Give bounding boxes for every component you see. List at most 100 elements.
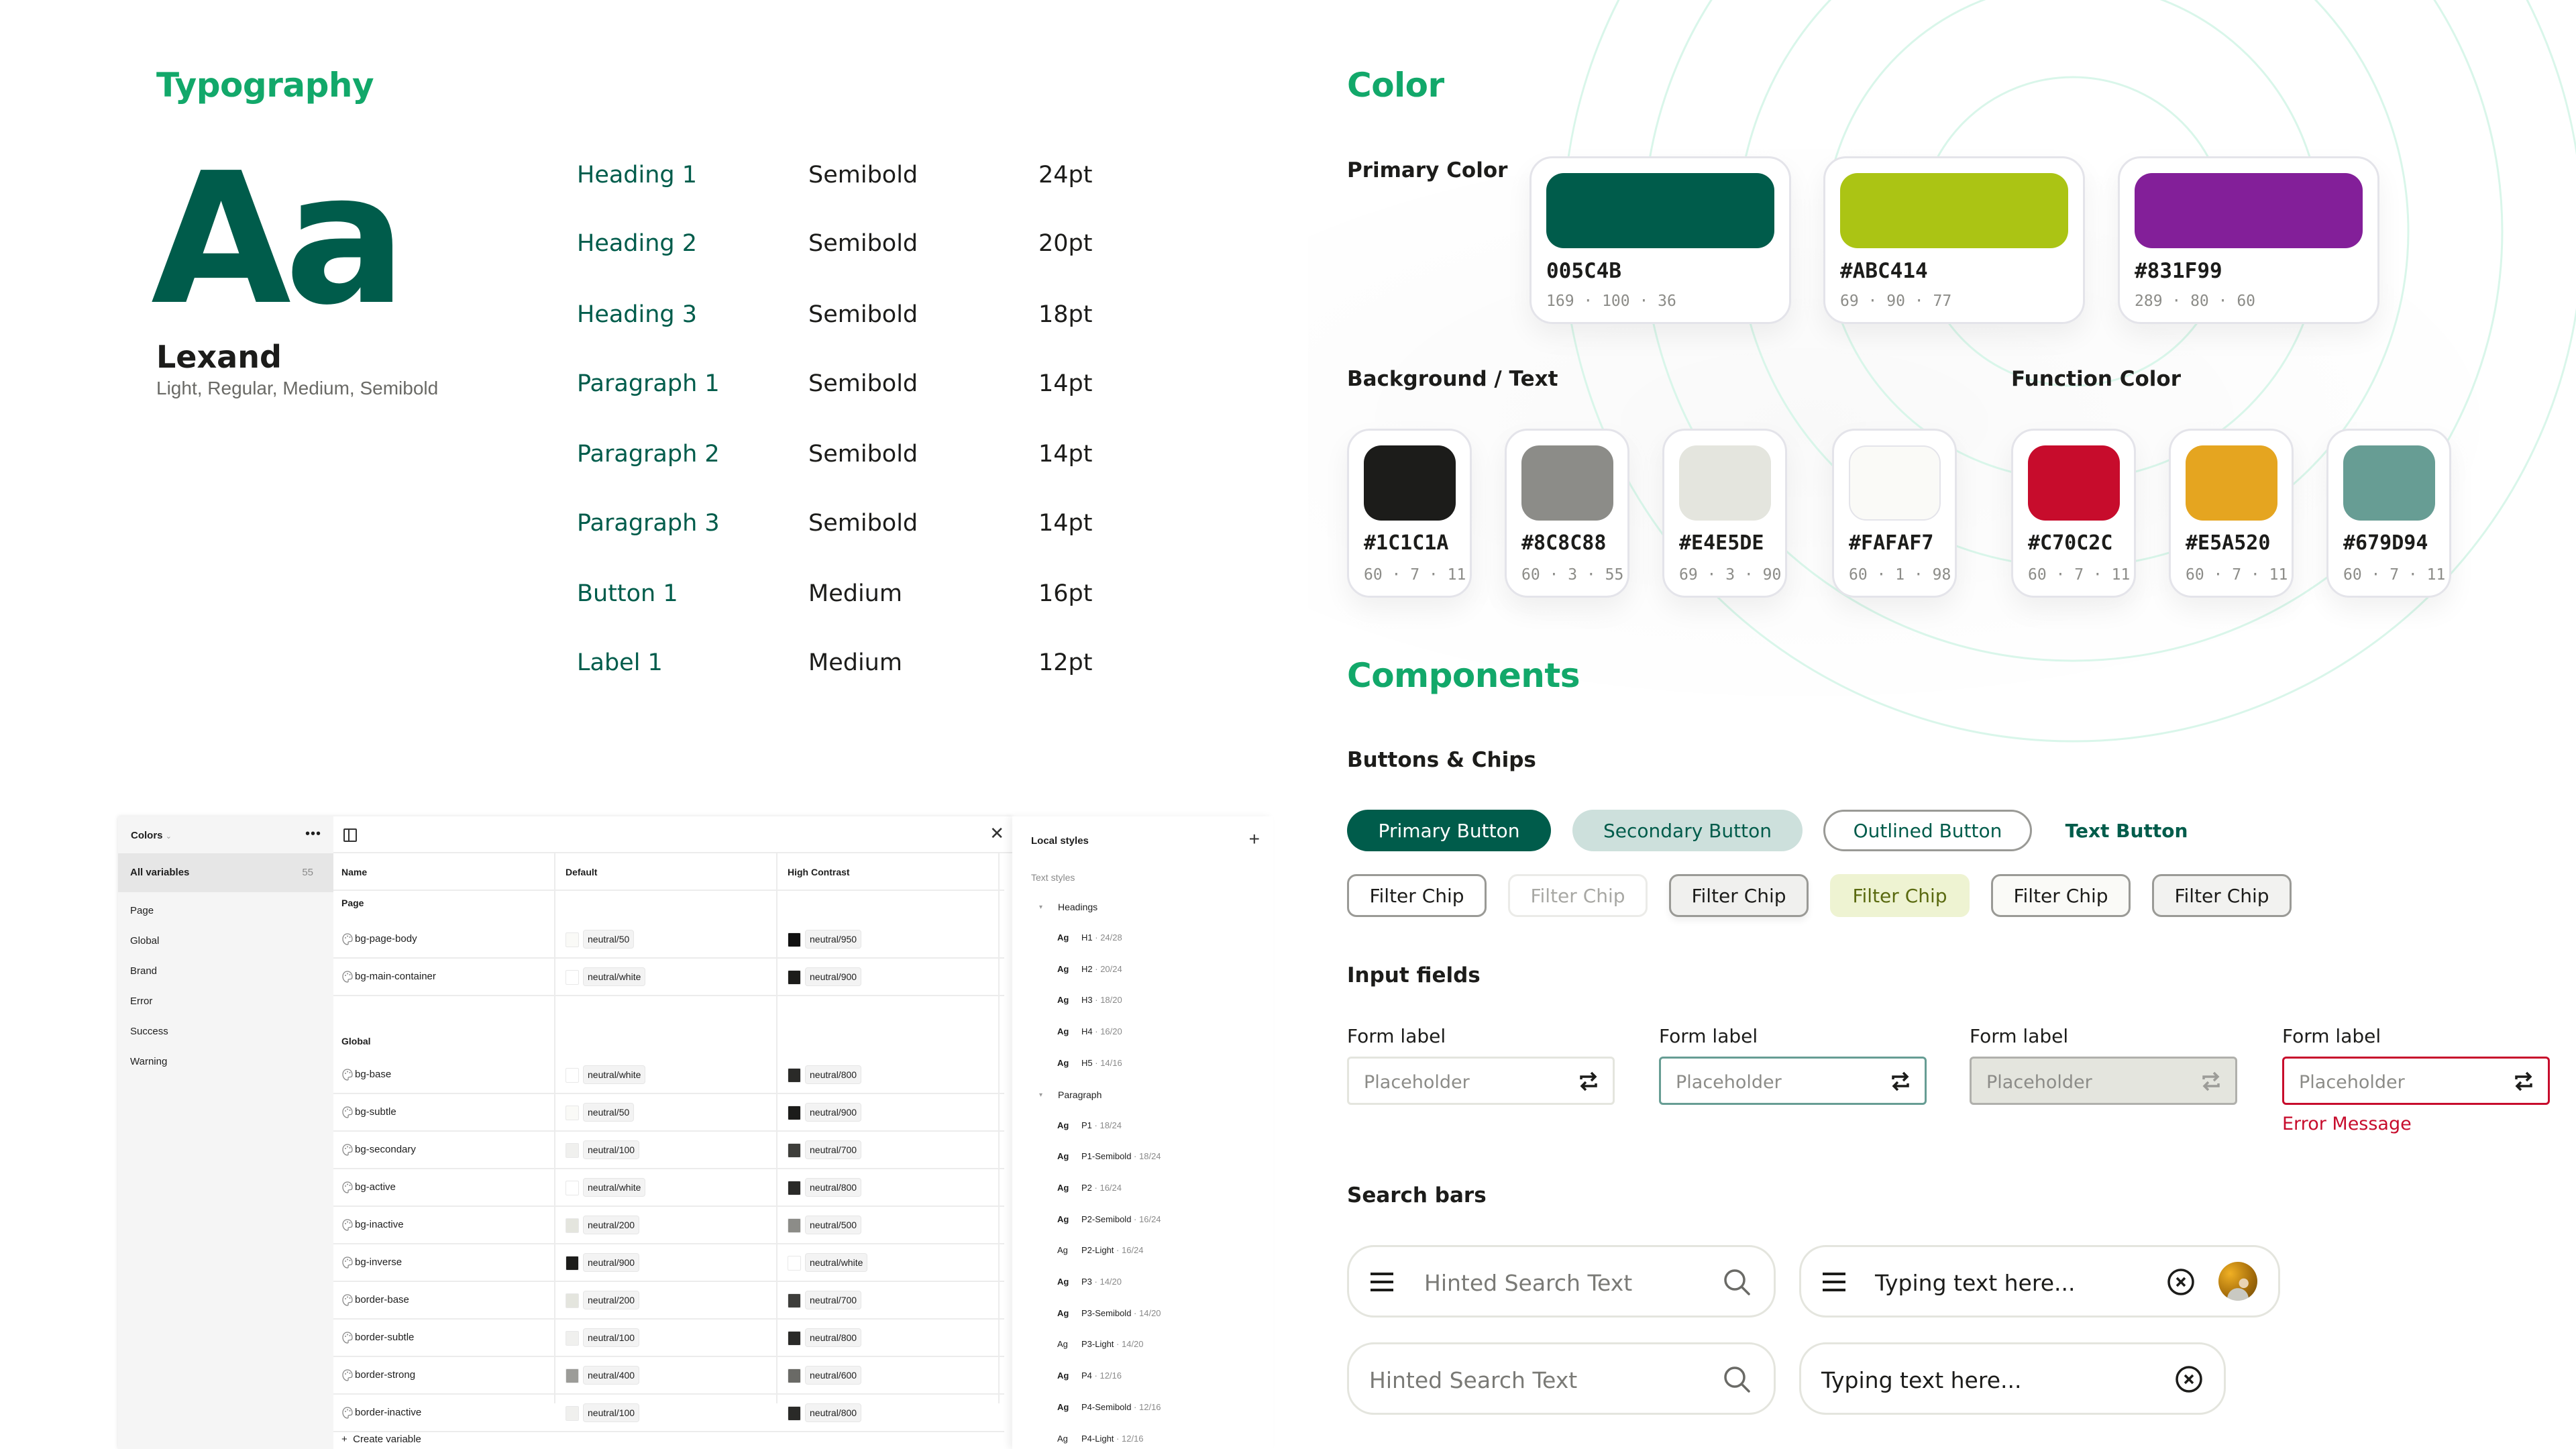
text-style-item[interactable]: Ag P3-Light · 14/20: [1057, 1339, 1144, 1349]
text-style-item[interactable]: Ag P3-Semibold · 14/20: [1057, 1308, 1161, 1318]
refresh-icon[interactable]: [1576, 1069, 1601, 1093]
text-style-item[interactable]: Ag H3 · 18/20: [1057, 995, 1122, 1005]
color-card[interactable]: #ABC414 69 · 90 · 77: [1823, 156, 2085, 324]
sidebar-item-error[interactable]: Error: [130, 996, 152, 1007]
refresh-icon[interactable]: [2199, 1069, 2223, 1093]
variable-row[interactable]: bg-main-container neutral/white neutral/90…: [333, 959, 1004, 996]
style-folder[interactable]: Headings: [1058, 902, 1097, 912]
color-card[interactable]: #E4E5DE 69 · 3 · 90: [1662, 429, 1787, 598]
color-card[interactable]: #679D94 60 · 7 · 11: [2326, 429, 2451, 598]
sidebar-item-page[interactable]: Page: [130, 905, 154, 916]
collection-dropdown[interactable]: Colors ⌄: [131, 830, 172, 841]
clear-icon[interactable]: [2166, 1267, 2196, 1297]
variable-row[interactable]: border-inactive neutral/100 neutral/800: [333, 1395, 1004, 1432]
variable-row[interactable]: bg-base neutral/white neutral/800: [333, 1057, 1004, 1094]
default-value-tag[interactable]: neutral/white: [583, 1065, 646, 1084]
avatar[interactable]: [2218, 1262, 2257, 1301]
variable-row[interactable]: bg-subtle neutral/50 neutral/900: [333, 1094, 1004, 1132]
default-value-tag[interactable]: neutral/900: [583, 1253, 640, 1272]
text-style-item[interactable]: Ag P4-Light · 12/16: [1057, 1434, 1144, 1444]
text-style-item[interactable]: Ag P2 · 16/24: [1057, 1183, 1122, 1193]
style-folder[interactable]: Paragraph: [1058, 1089, 1102, 1100]
default-value-tag[interactable]: neutral/100: [583, 1328, 640, 1347]
filter-chip-selected[interactable]: Filter Chip: [1830, 874, 1970, 917]
text-style-item[interactable]: Ag P4 · 12/16: [1057, 1371, 1122, 1381]
high-contrast-value-tag[interactable]: neutral/600: [805, 1366, 862, 1385]
variable-row[interactable]: bg-secondary neutral/100 neutral/700: [333, 1132, 1004, 1169]
more-options-icon[interactable]: •••: [305, 826, 321, 842]
collapse-triangle-icon[interactable]: ▾: [1039, 904, 1042, 911]
high-contrast-value-tag[interactable]: neutral/700: [805, 1291, 862, 1309]
text-input-focused[interactable]: Placeholder: [1659, 1057, 1927, 1105]
color-card[interactable]: #1C1C1A 60 · 7 · 11: [1347, 429, 1472, 598]
filter-chip-disabled[interactable]: Filter Chip: [1508, 874, 1648, 917]
sidebar-item-success[interactable]: Success: [130, 1026, 168, 1037]
sidebar-item-brand[interactable]: Brand: [130, 965, 157, 977]
create-variable-button[interactable]: + Create variable: [341, 1434, 421, 1445]
text-style-item[interactable]: Ag H2 · 20/24: [1057, 964, 1122, 974]
variable-row[interactable]: bg-active neutral/white neutral/800: [333, 1169, 1004, 1207]
color-card[interactable]: #831F99 289 · 80 · 60: [2118, 156, 2379, 324]
text-input-disabled[interactable]: Placeholder: [1970, 1057, 2237, 1105]
text-style-item[interactable]: Ag P1-Semibold · 18/24: [1057, 1151, 1161, 1161]
high-contrast-value-tag[interactable]: neutral/900: [805, 967, 862, 986]
high-contrast-value-tag[interactable]: neutral/800: [805, 1403, 862, 1422]
text-style-item[interactable]: Ag P2-Semibold · 16/24: [1057, 1214, 1161, 1224]
default-value-tag[interactable]: neutral/100: [583, 1403, 640, 1422]
default-value-tag[interactable]: neutral/50: [583, 930, 635, 949]
high-contrast-value-tag[interactable]: neutral/800: [805, 1178, 862, 1197]
search-icon[interactable]: [1722, 1267, 1752, 1297]
outlined-button[interactable]: Outlined Button: [1823, 810, 2032, 851]
variable-row[interactable]: bg-inverse neutral/900 neutral/white: [333, 1244, 1004, 1282]
text-style-item[interactable]: Ag P3 · 14/20: [1057, 1277, 1122, 1287]
color-card[interactable]: #FAFAF7 60 · 1 · 98: [1832, 429, 1957, 598]
search-icon[interactable]: [1722, 1364, 1752, 1394]
refresh-icon[interactable]: [2512, 1069, 2536, 1093]
refresh-icon[interactable]: [1888, 1069, 1913, 1093]
add-style-icon[interactable]: +: [1249, 828, 1260, 850]
default-value-tag[interactable]: neutral/white: [583, 967, 646, 986]
variable-row[interactable]: border-base neutral/200 neutral/700: [333, 1282, 1004, 1320]
color-card[interactable]: #8C8C88 60 · 3 · 55: [1505, 429, 1629, 598]
close-icon[interactable]: ✕: [989, 823, 1004, 844]
text-button[interactable]: Text Button: [2053, 810, 2200, 851]
sidebar-item-global[interactable]: Global: [130, 935, 159, 947]
text-input-error[interactable]: Placeholder: [2282, 1057, 2550, 1105]
filter-chip-focus[interactable]: Filter Chip: [2152, 874, 2292, 917]
high-contrast-value-tag[interactable]: neutral/950: [805, 930, 862, 949]
color-card[interactable]: 005C4B 169 · 100 · 36: [1529, 156, 1791, 324]
default-value-tag[interactable]: neutral/200: [583, 1291, 640, 1309]
color-card[interactable]: #C70C2C 60 · 7 · 11: [2011, 429, 2136, 598]
variable-row[interactable]: bg-inactive neutral/200 neutral/500: [333, 1207, 1004, 1244]
text-style-item[interactable]: Ag H5 · 14/16: [1057, 1058, 1122, 1068]
clear-icon[interactable]: [2174, 1364, 2204, 1394]
menu-icon[interactable]: [1823, 1273, 1845, 1291]
high-contrast-value-tag[interactable]: neutral/800: [805, 1328, 862, 1347]
collapse-triangle-icon[interactable]: ▾: [1039, 1091, 1042, 1099]
text-style-item[interactable]: Ag P4-Semibold · 12/16: [1057, 1402, 1161, 1412]
text-style-item[interactable]: Ag P1 · 18/24: [1057, 1120, 1122, 1130]
primary-button[interactable]: Primary Button: [1347, 810, 1551, 851]
high-contrast-value-tag[interactable]: neutral/900: [805, 1103, 862, 1122]
variable-row[interactable]: bg-page-body neutral/50 neutral/950: [333, 921, 1004, 959]
text-style-item[interactable]: Ag P2-Light · 16/24: [1057, 1245, 1144, 1255]
text-style-item[interactable]: Ag H4 · 16/20: [1057, 1026, 1122, 1036]
filter-chip-hover[interactable]: Filter Chip: [1991, 874, 2131, 917]
default-value-tag[interactable]: neutral/200: [583, 1216, 640, 1234]
text-input-default[interactable]: Placeholder: [1347, 1057, 1615, 1105]
menu-icon[interactable]: [1371, 1273, 1393, 1291]
default-value-tag[interactable]: neutral/50: [583, 1103, 635, 1122]
filter-chip-default[interactable]: Filter Chip: [1347, 874, 1487, 917]
secondary-button[interactable]: Secondary Button: [1572, 810, 1803, 851]
filter-chip-pressed[interactable]: Filter Chip: [1669, 874, 1809, 917]
toggle-sidebar-icon[interactable]: [343, 828, 357, 842]
high-contrast-value-tag[interactable]: neutral/700: [805, 1140, 862, 1159]
variable-row[interactable]: border-strong neutral/400 neutral/600: [333, 1357, 1004, 1395]
sidebar-item-all-variables[interactable]: All variables 55: [118, 853, 333, 892]
search-bar-hint[interactable]: Hinted Search Text: [1347, 1342, 1776, 1415]
default-value-tag[interactable]: neutral/white: [583, 1178, 646, 1197]
color-card[interactable]: #E5A520 60 · 7 · 11: [2169, 429, 2294, 598]
variable-row[interactable]: border-subtle neutral/100 neutral/800: [333, 1320, 1004, 1357]
high-contrast-value-tag[interactable]: neutral/500: [805, 1216, 862, 1234]
default-value-tag[interactable]: neutral/100: [583, 1140, 640, 1159]
